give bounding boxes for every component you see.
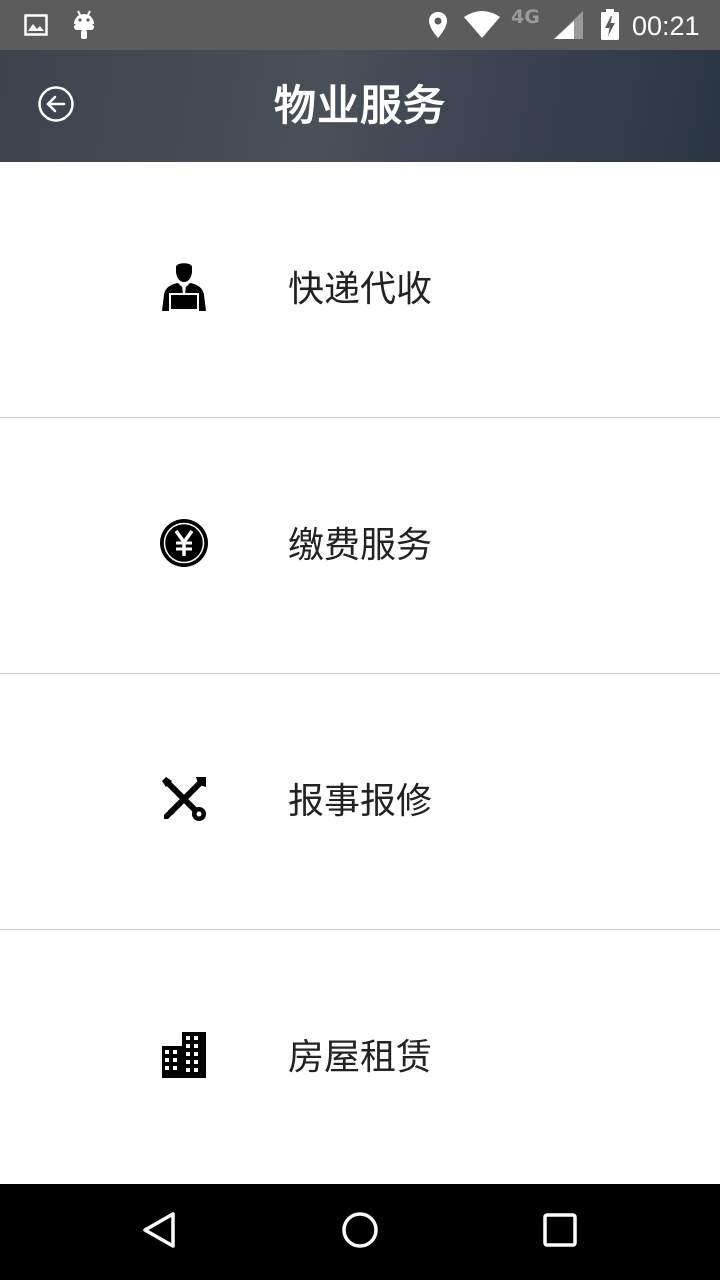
service-label: 房屋租赁 [288, 1037, 433, 1078]
service-item-repair[interactable]: 报事报修 [0, 674, 720, 929]
gallery-icon [22, 0, 50, 50]
nav-back-icon [140, 1210, 180, 1254]
status-bar: 4G 00:21 [0, 0, 720, 50]
wifi-icon [462, 0, 502, 50]
nav-home-icon [340, 1210, 380, 1254]
buildings-icon [156, 1027, 212, 1083]
service-label: 快递代收 [288, 269, 433, 310]
signal-icon [550, 0, 586, 50]
page-title: 物业服务 [273, 81, 446, 130]
title-bar: 物业服务 [0, 50, 720, 162]
status-time: 00:21 [632, 11, 700, 41]
yuan-coin-icon [156, 515, 212, 571]
location-icon [424, 0, 452, 50]
nav-recent-icon [542, 1212, 578, 1252]
service-item-courier[interactable]: 快递代收 [0, 162, 720, 417]
service-label: 缴费服务 [288, 525, 433, 566]
service-list: 快递代收 缴费服务 报事报修 房屋租赁 [0, 162, 720, 1185]
nav-back-button[interactable] [112, 1184, 208, 1280]
nav-home-button[interactable] [312, 1184, 408, 1280]
service-item-payment[interactable]: 缴费服务 [0, 418, 720, 673]
courier-person-icon [156, 259, 212, 315]
network-type-label: 4G [511, 6, 540, 28]
android-icon [70, 0, 98, 50]
service-item-rental[interactable]: 房屋租赁 [0, 930, 720, 1185]
battery-charging-icon [596, 0, 624, 50]
wrench-screwdriver-icon [156, 771, 212, 827]
service-label: 报事报修 [288, 781, 433, 822]
navigation-bar [0, 1184, 720, 1280]
nav-recent-button[interactable] [512, 1184, 608, 1280]
